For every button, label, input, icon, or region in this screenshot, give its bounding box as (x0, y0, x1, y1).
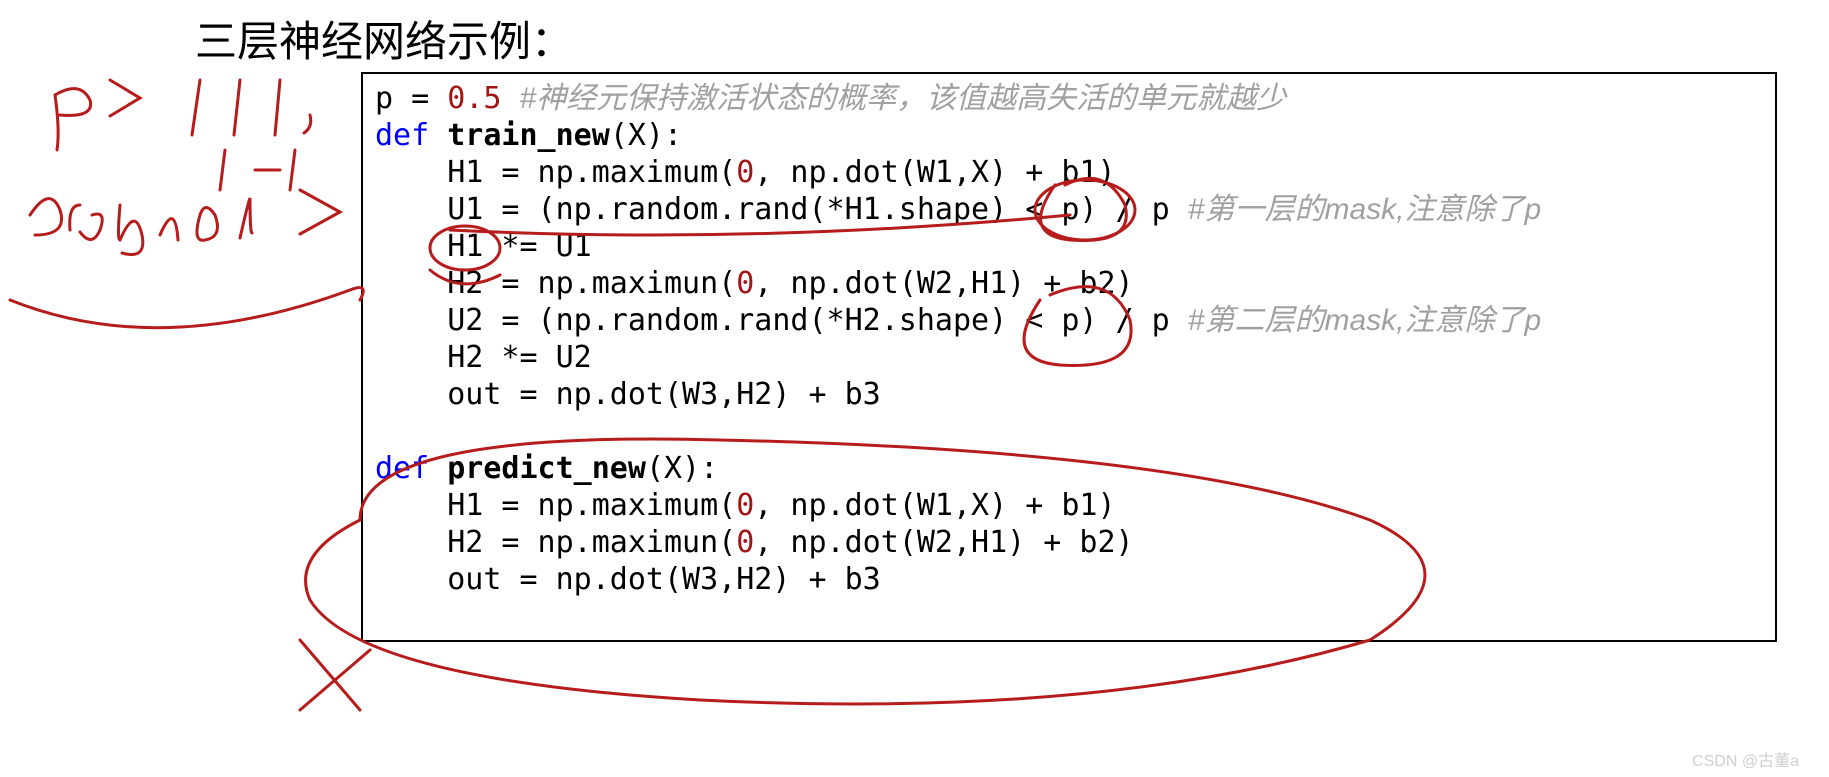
watermark: CSDN @古董a (1692, 747, 1799, 771)
code-line-12: H1 = np.maximum(0, np.dot(W1,X) + b1) (375, 488, 1116, 523)
handwriting-ones (192, 80, 311, 135)
handwriting-underline-left (10, 288, 363, 328)
code-line-9: out = np.dot(W3,H2) + b3 (375, 377, 881, 412)
code-line-4: U1 = (np.random.rand(*H1.shape) < p) / p… (375, 192, 1541, 227)
code-line-11: def predict_new(X): (375, 451, 718, 486)
code-line-5: H1 *= U1 (375, 229, 592, 264)
code-line-13: H2 = np.maximun(0, np.dot(W2,H1) + b2) (375, 525, 1134, 560)
code-line-2: def train_new(X): (375, 118, 682, 153)
handwriting-dropout (30, 198, 252, 255)
code-line-6: H2 = np.maximun(0, np.dot(W2,H1) + b2) (375, 266, 1134, 301)
section-title: 三层神经网络示例： (195, 8, 573, 69)
code-line-3: H1 = np.maximum(0, np.dot(W1,X) + b1) (375, 155, 1116, 190)
handwriting-x (300, 640, 370, 710)
code-line-14: out = np.dot(W3,H2) + b3 (375, 562, 881, 597)
code-line-7: U2 = (np.random.rand(*H2.shape) < p) / p… (375, 303, 1541, 338)
code-block: p = 0.5 #神经元保持激活状态的概率，该值越高失活的单元就越少 def t… (361, 72, 1777, 642)
code-line-1: p = 0.5 #神经元保持激活状态的概率，该值越高失活的单元就越少 (375, 81, 1286, 116)
code-line-8: H2 *= U2 (375, 340, 592, 375)
handwriting-p (55, 89, 91, 150)
